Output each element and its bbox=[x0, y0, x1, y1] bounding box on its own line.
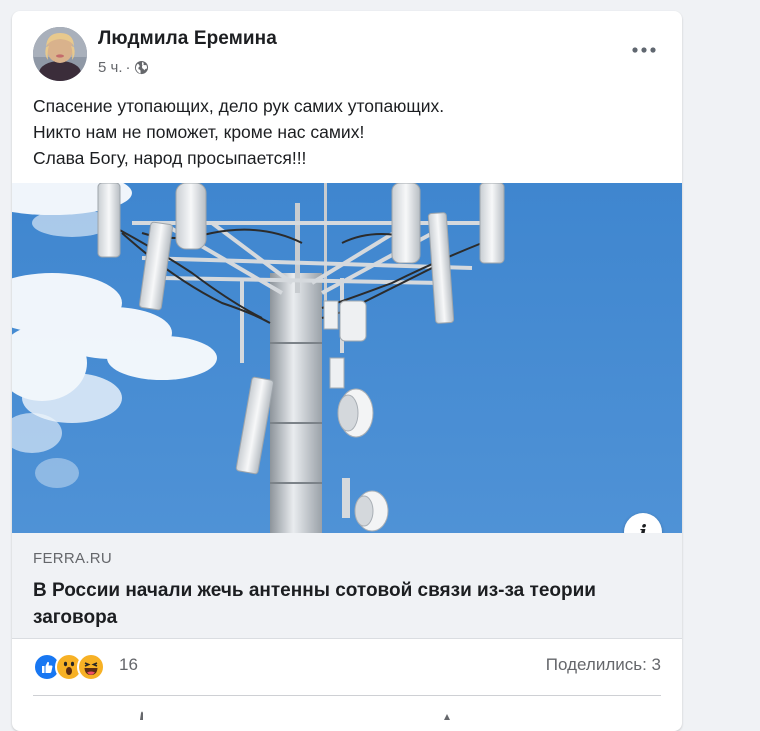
post-meta: 5 ч. · bbox=[98, 59, 149, 76]
post-text: Спасение утопающих, дело рук самих утопа… bbox=[33, 93, 663, 171]
more-icon bbox=[632, 47, 656, 53]
meta-separator: · bbox=[125, 59, 131, 76]
shares-count[interactable]: Поделились: 3 bbox=[546, 655, 661, 675]
post-header: Людмила Еремина 5 ч. · bbox=[12, 11, 682, 91]
author-avatar[interactable] bbox=[33, 27, 87, 81]
avatar-image bbox=[33, 27, 87, 81]
post-time[interactable]: 5 ч. bbox=[98, 59, 123, 76]
globe-icon[interactable] bbox=[134, 60, 149, 75]
more-options-button[interactable] bbox=[626, 36, 662, 64]
post-text-line: Спасение утопающих, дело рук самих утопа… bbox=[33, 96, 445, 116]
author-name[interactable]: Людмила Еремина bbox=[98, 28, 277, 50]
post-text-line: Слава Богу, народ просыпается!!! bbox=[33, 148, 307, 168]
post-text-line: Никто нам не поможет, кроме нас самих! bbox=[33, 122, 365, 142]
link-domain: FERRA.RU bbox=[33, 550, 113, 567]
haha-reaction-icon bbox=[77, 653, 105, 681]
link-preview-image[interactable] bbox=[12, 183, 682, 533]
link-title[interactable]: В России начали жечь антенны сотовой свя… bbox=[33, 577, 653, 631]
reaction-count[interactable]: 16 bbox=[119, 655, 138, 675]
cell-tower-image bbox=[12, 183, 682, 533]
post-card: Людмила Еремина 5 ч. · Спасение утопающи… bbox=[12, 11, 682, 731]
reactions-bar: 16 Поделились: 3 bbox=[33, 651, 661, 681]
link-preview-meta[interactable]: FERRA.RU В России начали жечь антенны со… bbox=[12, 533, 682, 639]
reaction-icons[interactable] bbox=[33, 653, 105, 681]
actions-divider bbox=[33, 695, 661, 696]
